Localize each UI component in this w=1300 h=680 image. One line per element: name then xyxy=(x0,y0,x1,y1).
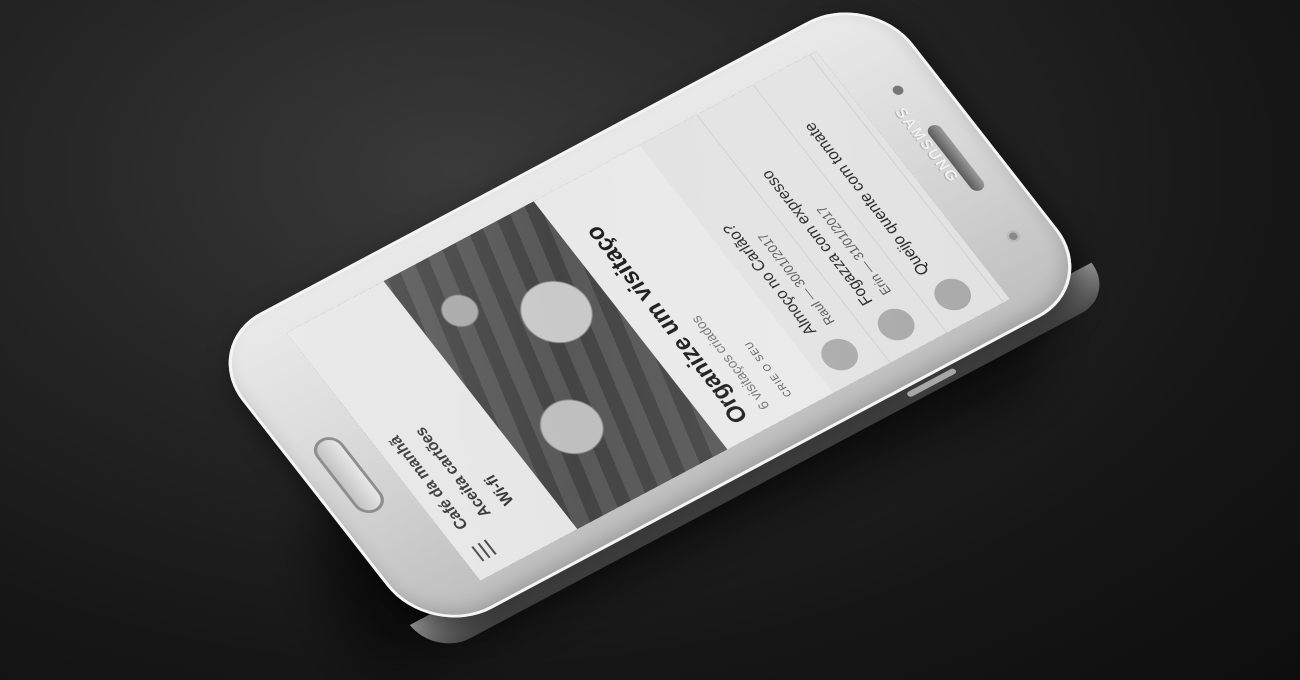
avatar xyxy=(814,333,866,377)
avatar xyxy=(870,302,922,347)
avatar xyxy=(927,272,979,317)
menu-icon[interactable] xyxy=(471,539,497,562)
product-photo: SAMSUNG Café da manhã Aceita cartões Wi-… xyxy=(0,0,1300,680)
